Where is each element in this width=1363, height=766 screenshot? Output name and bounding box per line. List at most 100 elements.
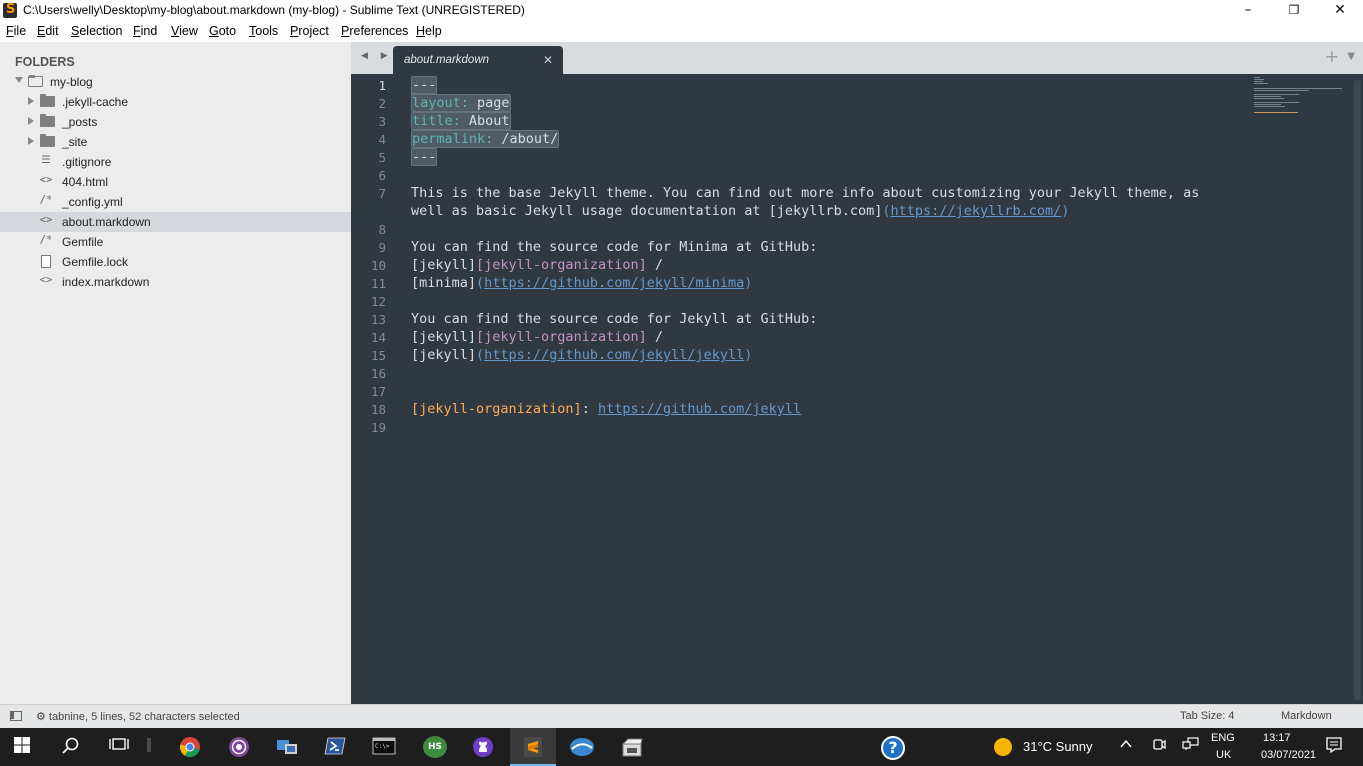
chevron-right-icon[interactable] xyxy=(28,137,34,145)
chevron-right-icon[interactable] xyxy=(28,97,34,105)
virtualbox-icon[interactable] xyxy=(619,736,643,758)
chevron-down-icon[interactable] xyxy=(15,77,23,83)
tree-root-folder[interactable]: my-blog xyxy=(0,72,351,92)
link-text: [jekyll] xyxy=(411,329,477,345)
notification-icon[interactable] xyxy=(1322,736,1346,758)
code-line: layout: page xyxy=(411,94,511,112)
maximize-button[interactable]: ❐ xyxy=(1271,0,1317,22)
menu-find[interactable]: Find xyxy=(133,24,157,38)
tab-dropdown-icon[interactable]: ▼ xyxy=(1347,51,1355,62)
tree-file[interactable]: <> 404.html xyxy=(0,172,351,192)
language-indicator[interactable]: ENG xyxy=(1211,732,1235,744)
paren: ( xyxy=(476,275,485,291)
panel-toggle-icon[interactable] xyxy=(10,711,22,721)
markup-file-icon: <> xyxy=(39,174,53,186)
front-matter-key: layout: xyxy=(412,95,469,111)
tab-nav-arrows-icon[interactable]: ◀ ▶ xyxy=(361,51,393,61)
menu-project[interactable]: Project xyxy=(290,24,329,38)
paren: ) xyxy=(744,275,753,291)
menu-goto[interactable]: Goto xyxy=(209,24,236,38)
tree-file[interactable]: ☰ .gitignore xyxy=(0,152,351,172)
tab-about-markdown[interactable]: about.markdown ✕ xyxy=(393,46,563,74)
minimap[interactable] xyxy=(1254,74,1344,134)
selected-text: title: About xyxy=(411,112,511,130)
pinta-icon[interactable] xyxy=(569,736,594,758)
selected-text: permalink: /about/ xyxy=(411,130,560,148)
syntax-selector[interactable]: Markdown xyxy=(1281,710,1332,722)
chevron-up-icon[interactable] xyxy=(1114,736,1138,758)
keyboard-layout[interactable]: UK xyxy=(1216,749,1231,761)
chevron-right-icon[interactable] xyxy=(28,117,34,125)
menu-selection[interactable]: Selection xyxy=(71,24,122,38)
sublime-logo-icon xyxy=(3,2,17,18)
markup-file-icon: <> xyxy=(39,214,53,226)
link-url[interactable]: https://jekyllrb.com/ xyxy=(891,203,1062,219)
search-icon[interactable] xyxy=(59,736,83,758)
line-number: 19 xyxy=(370,420,386,435)
chrome-icon[interactable] xyxy=(178,736,202,758)
minimap-line xyxy=(1254,79,1264,80)
github-desktop-icon[interactable] xyxy=(471,736,495,758)
code-editor[interactable]: 1 2 3 4 5 6 7 8 9 10 11 12 13 14 15 16 1… xyxy=(351,74,1363,704)
clock-date[interactable]: 03/07/2021 xyxy=(1261,749,1316,761)
meet-now-icon[interactable] xyxy=(1147,736,1171,758)
tab-bar: ◀ ▶ about.markdown ✕ + ▼ xyxy=(351,42,1363,74)
powershell-icon[interactable] xyxy=(323,736,347,758)
vertical-scrollbar[interactable] xyxy=(1354,80,1361,700)
front-matter-value: About xyxy=(460,113,510,129)
menu-tools[interactable]: Tools xyxy=(249,24,278,38)
tree-file-selected[interactable]: <> about.markdown xyxy=(0,212,351,232)
selected-text: --- xyxy=(411,76,438,94)
code-line: You can find the source code for Jekyll … xyxy=(411,311,818,327)
network-app-icon[interactable] xyxy=(275,736,299,758)
tree-file[interactable]: /* _config.yml xyxy=(0,192,351,212)
line-number: 14 xyxy=(370,330,386,345)
new-tab-icon[interactable]: + xyxy=(1325,47,1339,67)
tree-label: _posts xyxy=(62,115,98,129)
line-number: 3 xyxy=(378,114,386,129)
link-url[interactable]: https://github.com/jekyll xyxy=(598,401,801,417)
tree-file[interactable]: Gemfile.lock xyxy=(0,252,351,272)
minimap-line xyxy=(1254,90,1309,91)
minimap-line xyxy=(1254,104,1281,105)
weather-text[interactable]: 31°C Sunny xyxy=(1023,739,1093,754)
line-number: 8 xyxy=(378,222,386,237)
menu-preferences[interactable]: Preferences xyxy=(341,24,408,38)
title-bar: C:\Users\welly\Desktop\my-blog\about.mar… xyxy=(0,0,1363,22)
menu-help[interactable]: Help xyxy=(416,24,442,38)
tab-size-selector[interactable]: Tab Size: 4 xyxy=(1180,710,1234,722)
tree-file[interactable]: /* Gemfile xyxy=(0,232,351,252)
tree-folder[interactable]: .jekyll-cache xyxy=(0,92,351,112)
minimap-line xyxy=(1254,77,1260,78)
code-line: [jekyll][jekyll-organization] / xyxy=(411,257,663,273)
hs-app-icon[interactable]: HS xyxy=(423,736,447,758)
tree-file[interactable]: <> index.markdown xyxy=(0,272,351,292)
selected-text: layout: page xyxy=(411,94,511,112)
code-line: [jekyll](https://github.com/jekyll/jekyl… xyxy=(411,347,752,363)
front-matter-key: permalink: xyxy=(412,131,494,147)
minimize-button[interactable]: – xyxy=(1225,0,1271,22)
code-text: well as basic Jekyll usage documentation… xyxy=(411,203,883,219)
link-url[interactable]: https://github.com/jekyll/minima xyxy=(484,275,744,291)
task-view-icon[interactable] xyxy=(107,736,131,758)
tree-folder[interactable]: _posts xyxy=(0,112,351,132)
terminal-icon[interactable]: C:\> xyxy=(372,736,396,758)
menu-view[interactable]: View xyxy=(171,24,198,38)
network-icon[interactable] xyxy=(1179,736,1203,758)
code-text: / xyxy=(646,257,663,273)
tree-folder[interactable]: _site xyxy=(0,132,351,152)
document-icon xyxy=(41,255,51,268)
line-number: 6 xyxy=(378,168,386,183)
front-matter-key: title: xyxy=(412,113,461,129)
help-icon[interactable]: ? xyxy=(881,736,905,760)
tab-close-icon[interactable]: ✕ xyxy=(543,53,553,67)
menu-file[interactable]: File xyxy=(6,24,26,38)
windows-start-icon[interactable] xyxy=(10,736,34,758)
markup-file-icon: <> xyxy=(39,274,53,286)
tor-browser-icon[interactable] xyxy=(227,736,251,758)
menu-edit[interactable]: Edit xyxy=(37,24,59,38)
close-button[interactable]: ✕ xyxy=(1317,0,1363,22)
clock-time[interactable]: 13:17 xyxy=(1263,732,1291,744)
link-url[interactable]: https://github.com/jekyll/jekyll xyxy=(484,347,744,363)
sublime-text-icon[interactable] xyxy=(521,736,545,758)
